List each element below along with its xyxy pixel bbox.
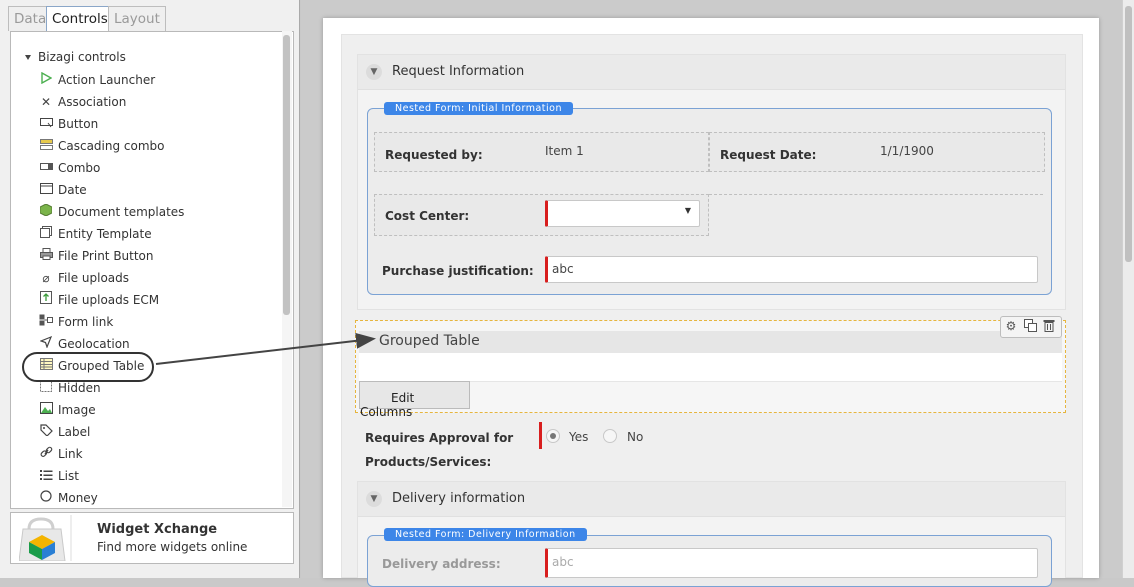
drag-arrow-icon [155,332,376,365]
